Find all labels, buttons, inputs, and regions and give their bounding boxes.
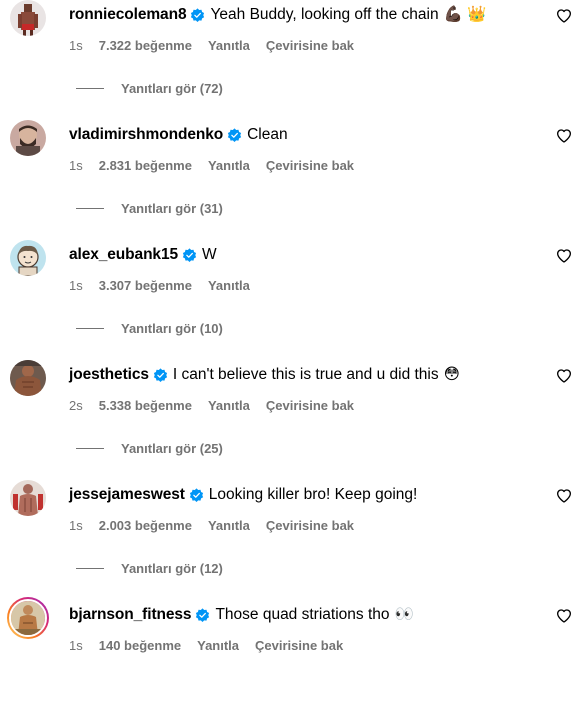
likes-count[interactable]: 140 beğenme [99, 638, 181, 653]
heart-outline-icon[interactable] [556, 128, 572, 144]
comment-header: alex_eubank15 W [69, 245, 217, 265]
verified-badge-icon [153, 367, 167, 382]
replies-divider [76, 88, 104, 89]
avatar[interactable] [10, 480, 46, 516]
see-translation-button[interactable]: Çevirisine bak [266, 518, 354, 533]
comment-header: jessejameswest Looking killer bro! Keep … [69, 485, 417, 505]
avatar-image-icon [10, 360, 46, 396]
view-replies-button[interactable]: Yanıtları gör (31) [76, 201, 223, 216]
heart-outline-icon[interactable] [556, 368, 572, 384]
comment-item: ronniecoleman8 Yeah Buddy, looking off t… [0, 0, 587, 110]
comment-header: bjarnson_fitness Those quad striations t… [69, 605, 414, 625]
view-replies-button[interactable]: Yanıtları gör (10) [76, 321, 223, 336]
heart-outline-icon[interactable] [556, 608, 572, 624]
likes-count[interactable]: 7.322 beğenme [99, 38, 192, 53]
view-replies-label: Yanıtları gör (10) [121, 321, 223, 336]
avatar-image-icon [10, 480, 46, 516]
username-link[interactable]: vladimirshmondenko [69, 125, 223, 145]
heart-outline-icon[interactable] [556, 488, 572, 504]
reply-button[interactable]: Yanıtla [208, 278, 250, 293]
avatar[interactable] [10, 120, 46, 156]
comment-item: alex_eubank15 W 1s 3.307 beğenme Yanıtla… [0, 240, 587, 350]
comment-text: W [202, 246, 217, 263]
comment-text: Looking killer bro! Keep going! [208, 486, 418, 503]
emoji-glyph: 😳 [443, 366, 460, 383]
emoji-glyph: 👀 [394, 606, 414, 623]
view-replies-button[interactable]: Yanıtları gör (12) [76, 561, 223, 576]
username-link[interactable]: bjarnson_fitness [69, 605, 192, 625]
reply-button[interactable]: Yanıtla [197, 638, 239, 653]
replies-divider [76, 328, 104, 329]
likes-count[interactable]: 2.003 beğenme [99, 518, 192, 533]
verified-badge-icon [196, 607, 210, 622]
comment-meta: 1s 3.307 beğenme Yanıtla [69, 278, 266, 293]
timestamp[interactable]: 2s [69, 398, 83, 413]
timestamp[interactable]: 1s [69, 158, 83, 173]
heart-outline-icon[interactable] [556, 8, 572, 24]
comment-item: joesthetics I can't believe this is true… [0, 360, 587, 470]
timestamp[interactable]: 1s [69, 638, 83, 653]
view-replies-label: Yanıtları gör (25) [121, 441, 223, 456]
view-replies-button[interactable]: Yanıtları gör (25) [76, 441, 223, 456]
verified-badge-icon [182, 247, 197, 262]
likes-count[interactable]: 5.338 beğenme [99, 398, 192, 413]
emoji-glyph: 💪🏿 👑 [443, 6, 487, 23]
reply-button[interactable]: Yanıtla [208, 518, 250, 533]
comment-item: bjarnson_fitness Those quad striations t… [0, 597, 587, 710]
avatar-image-icon [11, 601, 45, 635]
avatar-story-ring[interactable] [7, 597, 49, 639]
username-link[interactable]: jessejameswest [69, 485, 185, 505]
view-replies-button[interactable]: Yanıtları gör (72) [76, 81, 223, 96]
verified-badge-icon [227, 127, 242, 142]
see-translation-button[interactable]: Çevirisine bak [266, 158, 354, 173]
username-link[interactable]: alex_eubank15 [69, 245, 178, 265]
comment-meta: 1s 2.003 beğenme Yanıtla Çevirisine bak [69, 518, 354, 533]
comment-meta: 2s 5.338 beğenme Yanıtla Çevirisine bak [69, 398, 354, 413]
view-replies-label: Yanıtları gör (12) [121, 561, 223, 576]
comment-header: ronniecoleman8 Yeah Buddy, looking off t… [69, 5, 486, 25]
see-translation-button[interactable]: Çevirisine bak [266, 38, 354, 53]
reply-button[interactable]: Yanıtla [208, 398, 250, 413]
reply-button[interactable]: Yanıtla [208, 38, 250, 53]
avatar-image-icon [10, 0, 46, 36]
comment-item: vladimirshmondenko Clean 1s 2.831 beğenm… [0, 120, 587, 230]
comment-item: jessejameswest Looking killer bro! Keep … [0, 480, 587, 590]
reply-button[interactable]: Yanıtla [208, 158, 250, 173]
avatar-image-icon [10, 120, 46, 156]
likes-count[interactable]: 3.307 beğenme [99, 278, 192, 293]
timestamp[interactable]: 1s [69, 518, 83, 533]
heart-outline-icon[interactable] [556, 248, 572, 264]
see-translation-button[interactable]: Çevirisine bak [255, 638, 343, 653]
username-link[interactable]: joesthetics [69, 365, 149, 385]
timestamp[interactable]: 1s [69, 38, 83, 53]
comment-text: I can't believe this is true and u did t… [172, 366, 439, 383]
comment-text: Clean [247, 126, 288, 143]
comment-header: vladimirshmondenko Clean [69, 125, 288, 145]
comment-text: Yeah Buddy, looking off the chain [210, 6, 439, 23]
comment-meta: 1s 140 beğenme Yanıtla Çevirisine bak [69, 638, 343, 653]
replies-divider [76, 568, 104, 569]
see-translation-button[interactable]: Çevirisine bak [266, 398, 354, 413]
replies-divider [76, 448, 104, 449]
avatar[interactable] [10, 360, 46, 396]
avatar-image-icon [10, 240, 46, 276]
avatar[interactable] [10, 0, 46, 36]
likes-count[interactable]: 2.831 beğenme [99, 158, 192, 173]
view-replies-label: Yanıtları gör (31) [121, 201, 223, 216]
verified-badge-icon [189, 487, 203, 502]
replies-divider [76, 208, 104, 209]
view-replies-label: Yanıtları gör (72) [121, 81, 223, 96]
comment-meta: 1s 2.831 beğenme Yanıtla Çevirisine bak [69, 158, 354, 173]
comment-header: joesthetics I can't believe this is true… [69, 365, 460, 385]
verified-badge-icon [191, 7, 205, 22]
username-link[interactable]: ronniecoleman8 [69, 5, 187, 25]
avatar[interactable] [10, 240, 46, 276]
comment-meta: 1s 7.322 beğenme Yanıtla Çevirisine bak [69, 38, 354, 53]
timestamp[interactable]: 1s [69, 278, 83, 293]
comment-text: Those quad striations tho [215, 606, 390, 623]
